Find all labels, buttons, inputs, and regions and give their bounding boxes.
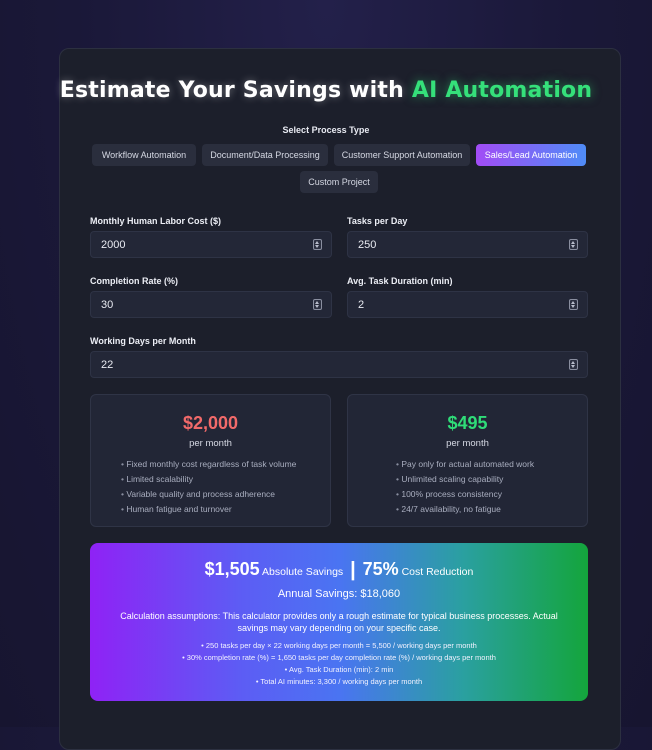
- note-item: • 250 tasks per day × 22 working days pe…: [201, 641, 477, 650]
- stepper-icon[interactable]: [313, 299, 322, 310]
- task-duration-label: Avg. Task Duration (min): [347, 276, 453, 286]
- list-item: 24/7 availability, no fatigue: [396, 502, 534, 517]
- calculation-notes: • 250 tasks per day × 22 working days pe…: [90, 640, 588, 688]
- ai-cost-price: $495: [447, 413, 488, 433]
- calculation-assumptions: Calculation assumptions: This calculator…: [120, 611, 558, 633]
- completion-rate-input[interactable]: 30: [90, 291, 332, 318]
- tab-workflow-automation[interactable]: Workflow Automation: [92, 144, 196, 166]
- note-item: • 30% completion rate (%) = 1,650 tasks …: [182, 653, 496, 662]
- note-item: • Avg. Task Duration (min): 2 min: [284, 665, 394, 674]
- tasks-per-day-input[interactable]: 250: [347, 231, 588, 258]
- savings-result-panel: $1,505 Absolute Savings | 75% Cost Reduc…: [90, 543, 588, 701]
- cost-reduction-value: 75%: [362, 559, 399, 579]
- human-cost-price: $2,000: [182, 413, 239, 433]
- task-duration-input[interactable]: 2: [347, 291, 588, 318]
- completion-rate-value: 30: [101, 299, 114, 311]
- list-item: Unlimited scaling capability: [396, 472, 534, 487]
- stepper-icon[interactable]: [569, 299, 578, 310]
- process-type-label: Select Process Type: [282, 125, 370, 135]
- cost-reduction-label: Cost Reduction: [401, 566, 474, 578]
- tab-customer-support-automation[interactable]: Customer Support Automation: [334, 144, 470, 166]
- annual-savings: Annual Savings: $18,060: [277, 588, 401, 600]
- human-cost-period: per month: [189, 438, 232, 449]
- list-item: Fixed monthly cost regardless of task vo…: [121, 457, 296, 472]
- monthly-cost-value: 2000: [101, 239, 126, 251]
- human-cost-points: Fixed monthly cost regardless of task vo…: [121, 457, 296, 517]
- page-title: Estimate Your Savings with AI Automation: [0, 78, 652, 103]
- title-prefix: Estimate Your Savings with: [59, 78, 404, 103]
- list-item: Limited scalability: [121, 472, 296, 487]
- title-accent: AI Automation: [411, 78, 593, 103]
- absolute-savings-label: Absolute Savings: [262, 566, 344, 578]
- summary-divider: |: [350, 559, 356, 581]
- completion-rate-label: Completion Rate (%): [90, 276, 179, 286]
- absolute-savings-value: $1,505: [204, 559, 260, 579]
- ai-cost-card: $495 per month Pay only for actual autom…: [347, 394, 588, 527]
- working-days-label: Working Days per Month: [90, 336, 196, 346]
- list-item: Variable quality and process adherence: [121, 487, 296, 502]
- ai-cost-period: per month: [446, 438, 489, 449]
- tab-sales-lead-automation[interactable]: Sales/Lead Automation: [476, 144, 586, 166]
- working-days-input[interactable]: 22: [90, 351, 588, 378]
- tab-document-data-processing[interactable]: Document/Data Processing: [202, 144, 328, 166]
- working-days-value: 22: [101, 359, 114, 371]
- tasks-per-day-value: 250: [358, 239, 377, 251]
- human-cost-card: $2,000 per month Fixed monthly cost rega…: [90, 394, 331, 527]
- tab-custom-project[interactable]: Custom Project: [300, 171, 378, 193]
- list-item: Pay only for actual automated work: [396, 457, 534, 472]
- list-item: 100% process consistency: [396, 487, 534, 502]
- stepper-icon[interactable]: [313, 239, 322, 250]
- note-item: • Total AI minutes: 3,300 / working days…: [255, 677, 423, 686]
- ai-cost-points: Pay only for actual automated work Unlim…: [396, 457, 534, 517]
- stepper-icon[interactable]: [569, 239, 578, 250]
- task-duration-value: 2: [358, 299, 365, 311]
- savings-summary: $1,505 Absolute Savings | 75% Cost Reduc…: [90, 559, 588, 582]
- list-item: Human fatigue and turnover: [121, 502, 296, 517]
- tasks-per-day-label: Tasks per Day: [347, 216, 408, 226]
- monthly-cost-label: Monthly Human Labor Cost ($): [90, 216, 221, 226]
- monthly-cost-input[interactable]: 2000: [90, 231, 332, 258]
- stepper-icon[interactable]: [569, 359, 578, 370]
